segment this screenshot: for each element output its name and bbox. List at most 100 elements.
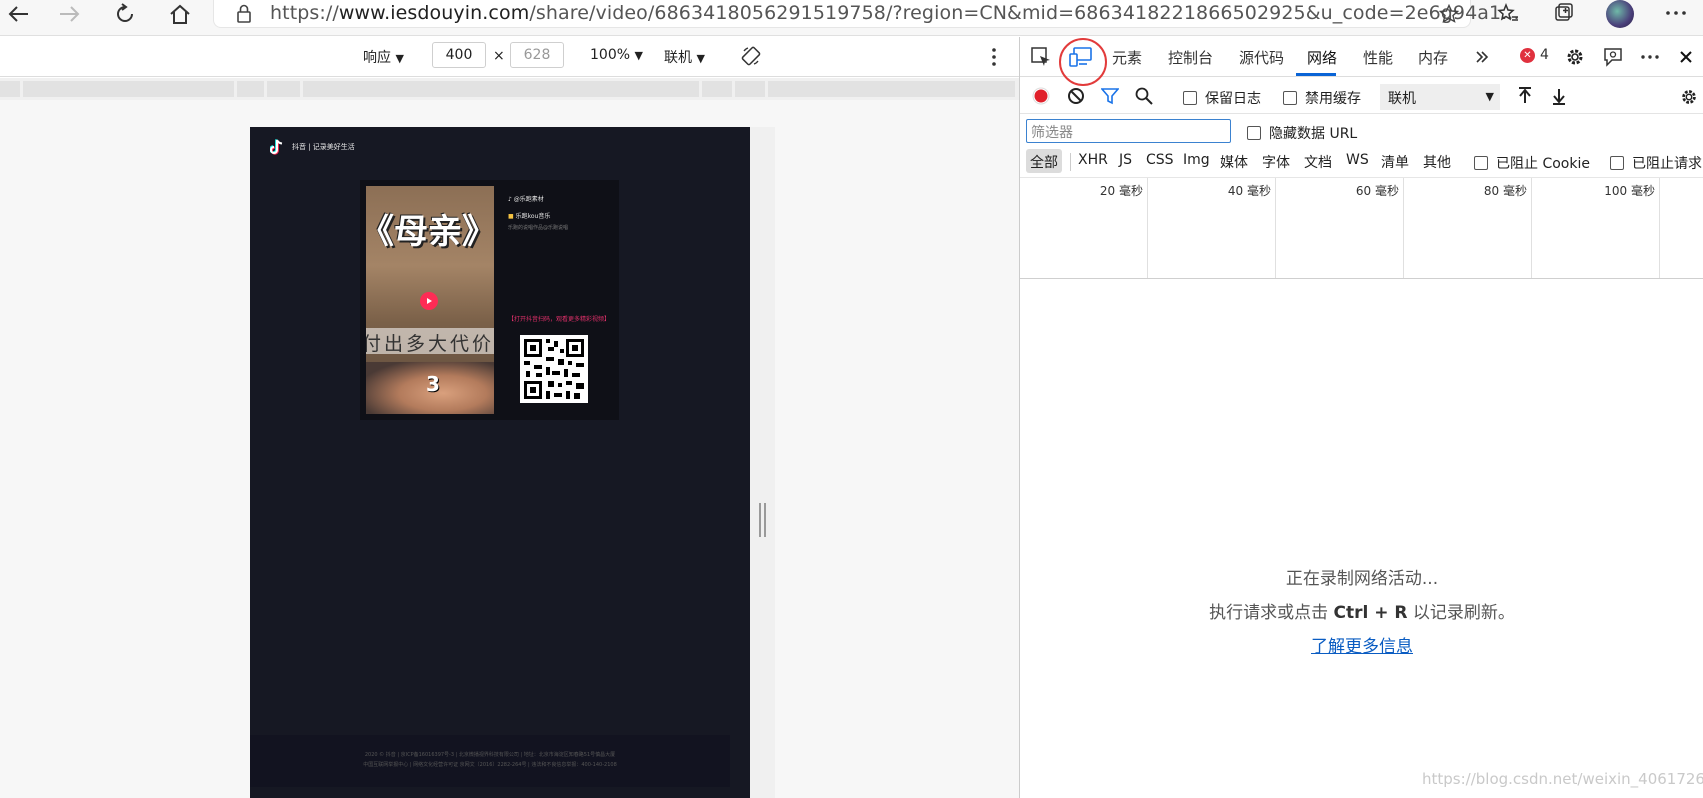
home-icon: [170, 4, 190, 24]
video-number-overlay: 3: [426, 372, 440, 396]
blocked-requests-checkbox[interactable]: 已阻止请求: [1610, 153, 1703, 173]
tab-console[interactable]: 控制台: [1168, 47, 1213, 68]
media-query-segment[interactable]: [303, 81, 699, 97]
profile-avatar[interactable]: [1606, 0, 1634, 28]
media-query-segment[interactable]: [768, 81, 1015, 97]
error-counter[interactable]: ✕ 4: [1520, 47, 1549, 63]
media-query-segment[interactable]: [0, 81, 20, 97]
tab-sources[interactable]: 源代码: [1239, 47, 1284, 68]
dropdown-arrow-icon: ▼: [1485, 90, 1494, 103]
tab-memory[interactable]: 内存: [1418, 47, 1448, 68]
disable-cache-label: 禁用缓存: [1305, 91, 1361, 107]
emulated-device-screen[interactable]: 抖音 | 记录美好生活 《母亲》 付出多大代价 3 ♪ @乐跑素材 ■ 乐跑ko…: [250, 127, 750, 798]
media-query-segment[interactable]: [237, 81, 264, 97]
url-path: /share/video/6863418056291519758/?region…: [529, 2, 1520, 24]
preserve-log-label: 保留日志: [1205, 91, 1261, 107]
viewport-resize-handle[interactable]: [759, 503, 766, 537]
forward-button[interactable]: [52, 0, 88, 28]
type-doc[interactable]: 文档: [1304, 152, 1332, 172]
favorites-icon[interactable]: [1497, 3, 1519, 23]
more-menu-icon[interactable]: [1665, 10, 1687, 16]
timeline-tick: 20 毫秒: [1020, 178, 1148, 278]
play-button[interactable]: [420, 292, 438, 310]
checkbox-box: [1283, 91, 1297, 105]
media-query-segment[interactable]: [267, 81, 300, 97]
hide-data-url-checkbox[interactable]: 隐藏数据 URL: [1247, 123, 1357, 143]
type-ws[interactable]: WS: [1346, 152, 1369, 168]
filter-funnel-icon[interactable]: [1101, 87, 1119, 105]
device-mode-select[interactable]: 响应 ▼: [363, 47, 404, 67]
throttle-select[interactable]: 联机 ▼: [1380, 84, 1500, 110]
type-js[interactable]: JS: [1119, 152, 1132, 168]
learn-more-link[interactable]: 了解更多信息: [1311, 637, 1413, 657]
collections-icon[interactable]: [1553, 3, 1575, 23]
search-icon[interactable]: [1135, 87, 1153, 105]
address-bar[interactable]: https://www.iesdouyin.com/share/video/68…: [213, 0, 1520, 28]
rotate-icon[interactable]: [741, 46, 761, 66]
home-button[interactable]: [162, 0, 198, 28]
preserve-log-checkbox[interactable]: 保留日志: [1183, 88, 1261, 108]
export-har-icon[interactable]: [1551, 87, 1567, 105]
qr-code-icon: [520, 335, 588, 403]
customize-menu-icon[interactable]: [1640, 54, 1660, 60]
footer-copyright: 2020 © 抖音 | 京ICP备16016397号-3 | 北京微播视界科技有…: [364, 752, 616, 758]
back-button[interactable]: [0, 0, 36, 28]
feedback-icon[interactable]: [1602, 46, 1624, 68]
favorite-star-icon[interactable]: [1439, 4, 1459, 24]
type-manifest[interactable]: 清单: [1381, 152, 1409, 172]
media-query-bar[interactable]: [0, 78, 1019, 100]
video-caption-band: 付出多大代价: [366, 328, 494, 355]
zoom-label: 100%: [590, 47, 631, 63]
more-options-icon[interactable]: [991, 47, 997, 67]
music-info[interactable]: ■ 乐跑kou音乐: [508, 211, 550, 220]
network-settings-gear-icon[interactable]: [1679, 87, 1699, 107]
filter-input[interactable]: 筛选器: [1026, 119, 1231, 143]
tab-network[interactable]: 网络: [1307, 47, 1337, 68]
back-arrow-icon: [8, 6, 28, 22]
inspect-element-icon[interactable]: [1030, 46, 1052, 68]
tick-label: 60 毫秒: [1355, 184, 1399, 198]
refresh-button[interactable]: [107, 0, 143, 28]
devtools-tab-bar: 元素 控制台 源代码 网络 性能 内存 ✕ 4: [1020, 37, 1703, 86]
type-media[interactable]: 媒体: [1220, 152, 1248, 172]
type-css[interactable]: CSS: [1146, 152, 1174, 168]
zoom-select[interactable]: 100% ▼: [590, 47, 643, 63]
viewport-height-input[interactable]: 628: [510, 42, 564, 68]
tick-label: 100 毫秒: [1604, 184, 1655, 198]
type-divider: [1070, 153, 1071, 171]
type-all[interactable]: 全部: [1026, 149, 1062, 173]
import-har-icon[interactable]: [1517, 87, 1533, 105]
blocked-cookies-checkbox[interactable]: 已阻止 Cookie: [1474, 153, 1590, 173]
tab-performance[interactable]: 性能: [1363, 47, 1393, 68]
media-query-segment[interactable]: [23, 81, 234, 97]
watermark: https://blog.csdn.net/weixin_40617269: [1422, 770, 1703, 788]
disable-cache-checkbox[interactable]: 禁用缓存: [1283, 88, 1361, 108]
dimension-separator: ×: [493, 48, 505, 64]
dropdown-arrow-icon: ▼: [696, 52, 705, 65]
type-other[interactable]: 其他: [1423, 152, 1451, 172]
hint-shortcut: Ctrl + R: [1333, 603, 1408, 623]
tab-elements[interactable]: 元素: [1112, 47, 1142, 68]
throttle-label: 联机: [664, 50, 692, 66]
media-query-segment[interactable]: [702, 81, 732, 97]
active-tab-indicator: [1296, 73, 1336, 76]
type-img[interactable]: Img: [1183, 152, 1210, 168]
network-throttle-select[interactable]: 联机 ▼: [664, 47, 705, 67]
dropdown-arrow-icon: ▼: [634, 49, 643, 62]
video-thumbnail[interactable]: 《母亲》 付出多大代价 3: [366, 186, 494, 414]
clear-icon[interactable]: [1067, 87, 1085, 105]
type-font[interactable]: 字体: [1262, 152, 1290, 172]
author-name[interactable]: ♪ @乐跑素材: [508, 194, 544, 203]
play-icon: [427, 298, 432, 304]
more-tabs-icon[interactable]: [1475, 50, 1489, 64]
footer-license: 中国互联网举报中心 | 网络文化经营许可证 京网文〔2016〕2282-264号…: [363, 762, 617, 768]
douyin-slogan: 抖音 | 记录美好生活: [292, 143, 355, 151]
record-icon[interactable]: [1032, 87, 1050, 105]
viewport-width-input[interactable]: 400: [432, 42, 486, 68]
network-timeline-overview[interactable]: 20 毫秒 40 毫秒 60 毫秒 80 毫秒 100 毫秒: [1020, 177, 1703, 279]
video-description: 乐跑的说唱作品@乐跑说唱: [508, 225, 569, 231]
close-devtools-icon[interactable]: [1679, 50, 1693, 64]
settings-gear-icon[interactable]: [1564, 46, 1586, 68]
type-xhr[interactable]: XHR: [1078, 152, 1108, 168]
media-query-segment[interactable]: [735, 81, 765, 97]
